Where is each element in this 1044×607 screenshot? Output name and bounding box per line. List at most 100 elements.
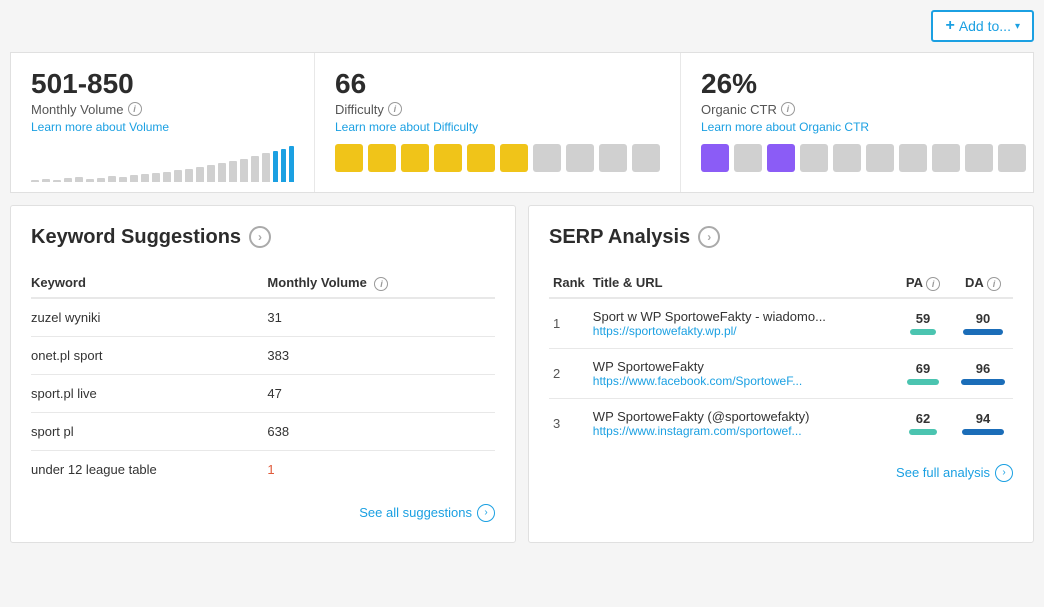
see-full-analysis-link[interactable]: See full analysis ›	[896, 464, 1013, 482]
see-all-suggestions-link[interactable]: See all suggestions ›	[359, 504, 495, 522]
add-to-button[interactable]: + Add to... ▾	[931, 10, 1034, 42]
volume-col-info-icon[interactable]: i	[374, 277, 388, 291]
keyword-cell: zuzel wyniki	[31, 298, 267, 337]
volume-cell: 47	[267, 374, 495, 412]
add-to-label: Add to...	[959, 18, 1011, 34]
da-col-header: DA i	[953, 269, 1013, 298]
da-bar	[962, 429, 1004, 435]
site-url[interactable]: https://www.instagram.com/sportowef...	[593, 424, 889, 438]
rank-col-header: Rank	[549, 269, 589, 298]
da-cell: 94	[953, 398, 1013, 448]
pa-cell: 59	[893, 298, 953, 349]
keyword-suggestions-icon[interactable]: ›	[249, 226, 271, 248]
volume-learn-link[interactable]: Learn more about Volume	[31, 120, 294, 134]
ctr-label: Organic CTR i	[701, 102, 1026, 117]
pa-score-container: 69	[897, 361, 949, 385]
volume-cell: 31	[267, 298, 495, 337]
difficulty-learn-link[interactable]: Learn more about Difficulty	[335, 120, 660, 134]
metric-difficulty: 66 Difficulty i Learn more about Difficu…	[315, 53, 681, 192]
pa-cell: 69	[893, 348, 953, 398]
site-url[interactable]: https://sportowefakty.wp.pl/	[593, 324, 889, 338]
chevron-down-icon: ▾	[1015, 21, 1020, 32]
panels-row: Keyword Suggestions › Keyword Monthly Vo…	[10, 205, 1034, 543]
volume-info-icon[interactable]: i	[128, 102, 142, 116]
pa-bar	[907, 379, 938, 385]
site-title: Sport w WP SportoweFakty - wiadomo...	[593, 309, 889, 324]
pa-score-container: 59	[897, 311, 949, 335]
ctr-value: 26%	[701, 69, 1026, 100]
da-score: 96	[976, 361, 990, 376]
table-row: under 12 league table 1	[31, 450, 495, 488]
da-cell: 90	[953, 298, 1013, 349]
table-row: zuzel wyniki 31	[31, 298, 495, 337]
pa-bar	[910, 329, 937, 335]
table-row: sport.pl live 47	[31, 374, 495, 412]
plus-icon: +	[945, 17, 954, 35]
da-score-container: 96	[957, 361, 1009, 385]
site-title: WP SportoweFakty	[593, 359, 889, 374]
volume-cell: 638	[267, 412, 495, 450]
rank-cell: 2	[549, 348, 589, 398]
see-full-analysis-link-container: See full analysis ›	[549, 464, 1013, 482]
da-bar	[961, 379, 1004, 385]
title-url-cell: WP SportoweFakty https://www.facebook.co…	[589, 348, 893, 398]
difficulty-label: Difficulty i	[335, 102, 660, 117]
pa-score: 59	[916, 311, 930, 326]
serp-row: 2 WP SportoweFakty https://www.facebook.…	[549, 348, 1013, 398]
da-bar	[963, 329, 1004, 335]
da-cell: 96	[953, 348, 1013, 398]
rank-cell: 3	[549, 398, 589, 448]
keyword-cell: onet.pl sport	[31, 336, 267, 374]
da-score-container: 94	[957, 411, 1009, 435]
see-all-arrow-icon: ›	[477, 504, 495, 522]
serp-analysis-icon[interactable]: ›	[698, 226, 720, 248]
ctr-chart	[701, 144, 1026, 172]
serp-analysis-title: SERP Analysis ›	[549, 226, 1013, 249]
rank-cell: 1	[549, 298, 589, 349]
serp-row: 3 WP SportoweFakty (@sportowefakty) http…	[549, 398, 1013, 448]
difficulty-value: 66	[335, 69, 660, 100]
keyword-suggestions-title: Keyword Suggestions ›	[31, 226, 495, 249]
pa-score-container: 62	[897, 411, 949, 435]
keyword-col-header: Keyword	[31, 269, 267, 298]
keyword-cell: under 12 league table	[31, 450, 267, 488]
difficulty-info-icon[interactable]: i	[388, 102, 402, 116]
volume-col-header: Monthly Volume i	[267, 269, 495, 298]
da-score: 90	[976, 311, 990, 326]
da-score: 94	[976, 411, 990, 426]
serp-table: Rank Title & URL PA i DA i	[549, 269, 1013, 448]
ctr-learn-link[interactable]: Learn more about Organic CTR	[701, 120, 1026, 134]
pa-col-header: PA i	[893, 269, 953, 298]
table-row: sport pl 638	[31, 412, 495, 450]
da-score-container: 90	[957, 311, 1009, 335]
site-url[interactable]: https://www.facebook.com/SportoweF...	[593, 374, 889, 388]
pa-info-icon[interactable]: i	[926, 277, 940, 291]
table-row: onet.pl sport 383	[31, 336, 495, 374]
keyword-cell: sport pl	[31, 412, 267, 450]
pa-score: 69	[916, 361, 930, 376]
pa-cell: 62	[893, 398, 953, 448]
da-info-icon[interactable]: i	[987, 277, 1001, 291]
top-bar: + Add to... ▾	[10, 10, 1034, 42]
metrics-row: 501-850 Monthly Volume i Learn more abou…	[10, 52, 1034, 193]
title-url-cell: Sport w WP SportoweFakty - wiadomo... ht…	[589, 298, 893, 349]
keyword-suggestions-panel: Keyword Suggestions › Keyword Monthly Vo…	[10, 205, 516, 543]
volume-chart	[31, 142, 294, 182]
site-title: WP SportoweFakty (@sportowefakty)	[593, 409, 889, 424]
volume-cell: 383	[267, 336, 495, 374]
keyword-cell: sport.pl live	[31, 374, 267, 412]
pa-score: 62	[916, 411, 930, 426]
pa-bar	[909, 429, 937, 435]
ctr-info-icon[interactable]: i	[781, 102, 795, 116]
see-full-arrow-icon: ›	[995, 464, 1013, 482]
see-all-link-container: See all suggestions ›	[31, 504, 495, 522]
volume-cell: 1	[267, 450, 495, 488]
metric-ctr: 26% Organic CTR i Learn more about Organ…	[681, 53, 1044, 192]
title-url-cell: WP SportoweFakty (@sportowefakty) https:…	[589, 398, 893, 448]
serp-row: 1 Sport w WP SportoweFakty - wiadomo... …	[549, 298, 1013, 349]
metric-volume: 501-850 Monthly Volume i Learn more abou…	[11, 53, 315, 192]
volume-label: Monthly Volume i	[31, 102, 294, 117]
keyword-table: Keyword Monthly Volume i zuzel wyniki 31…	[31, 269, 495, 488]
difficulty-chart	[335, 144, 660, 172]
volume-value: 501-850	[31, 69, 294, 100]
